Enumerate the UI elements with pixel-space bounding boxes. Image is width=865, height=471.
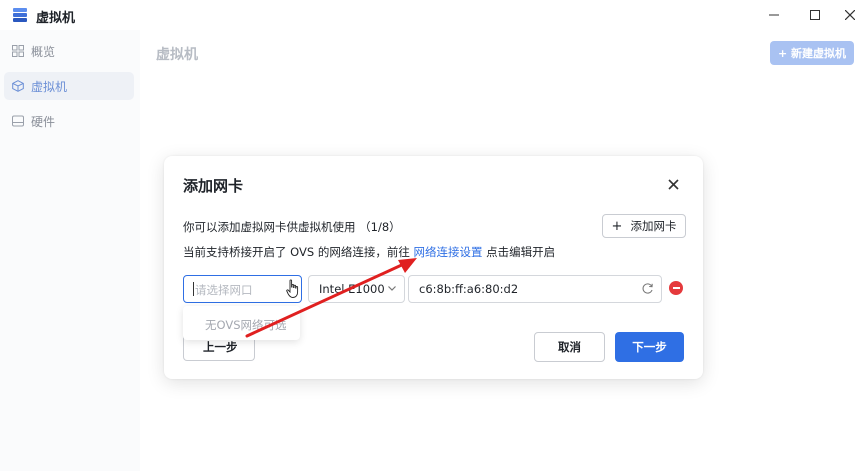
nic-model-select[interactable]: Intel E1000 [308,275,405,303]
dialog-close-button[interactable] [664,175,682,193]
network-settings-link[interactable]: 网络连接设置 [413,245,482,259]
text-caret [193,282,194,296]
chevron-down-icon [388,286,396,291]
window-title: 虚拟机 [36,11,76,26]
ovs-hint-prefix: 当前支持桥接开启了 OVS 的网络连接，前往 [183,245,414,259]
dialog-title: 添加网卡 [183,177,244,195]
plus-icon: + [611,218,623,234]
cancel-button[interactable]: 取消 [534,332,605,362]
add-nic-label: 添加网卡 [630,219,677,233]
mac-address-field[interactable]: c6:8b:ff:a6:80:d2 [408,275,662,303]
sidebar-item-label: 概览 [31,44,56,59]
sidebar-item-overview[interactable]: 概览 [4,37,134,65]
close-icon [845,10,855,20]
sidebar-item-label: 虚拟机 [31,79,68,94]
previous-step-label: 上一步 [203,340,238,354]
sidebar-item-label: 硬件 [31,114,56,129]
minus-icon [672,287,680,289]
maximize-icon [810,10,820,20]
sidebar-item-virtual-machines[interactable]: 虚拟机 [4,72,134,100]
dialog-description: 你可以添加虚拟网卡供虚拟机使用 （1/8） [183,220,401,234]
title-bar: 虚拟机 [0,0,865,30]
port-select-placeholder: 请选择网口 [195,283,253,297]
sidebar: 概览 虚拟机 硬件 [0,30,140,471]
cube-icon [11,79,25,93]
app-logo-icon [13,8,27,22]
ovs-hint: 当前支持桥接开启了 OVS 的网络连接，前往 网络连接设置 点击编辑开启 [183,244,555,260]
minimize-icon [769,14,779,16]
next-step-button[interactable]: 下一步 [615,332,684,362]
refresh-icon[interactable] [641,282,654,295]
add-nic-button[interactable]: + 添加网卡 [602,214,686,238]
hand-cursor-icon [286,279,299,298]
new-vm-button[interactable]: + 新建虚拟机 [770,41,854,65]
port-dropdown-menu: 无OVS网络可选 [183,306,300,340]
maximize-button[interactable] [795,0,835,30]
sidebar-item-hardware[interactable]: 硬件 [4,107,134,135]
port-select[interactable]: 请选择网口 [183,275,302,303]
page-title: 虚拟机 [156,47,198,63]
nic-model-value: Intel E1000 [319,282,385,296]
ovs-hint-suffix: 点击编辑开启 [482,245,556,259]
hard-drive-icon [11,114,25,128]
grid-icon [11,44,25,58]
mac-address-value: c6:8b:ff:a6:80:d2 [419,282,519,296]
close-icon [667,178,679,190]
dropdown-empty-option: 无OVS网络可选 [205,318,287,332]
minimize-button[interactable] [754,0,794,30]
add-nic-dialog: 添加网卡 你可以添加虚拟网卡供虚拟机使用 （1/8） + 添加网卡 当前支持桥接… [164,156,703,379]
close-window-button[interactable] [830,0,865,30]
remove-nic-button[interactable] [669,281,683,295]
